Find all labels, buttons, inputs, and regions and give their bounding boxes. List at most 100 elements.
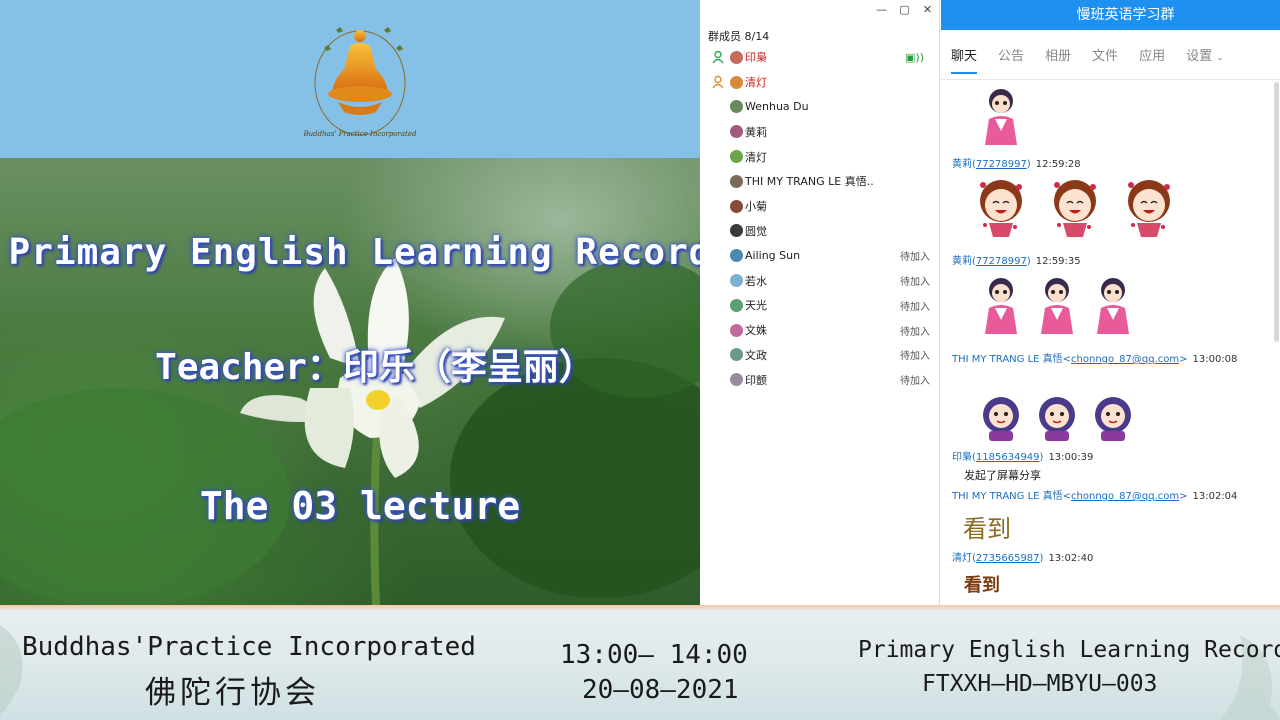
avatar [730,100,743,114]
member-name: 小菊 [745,200,767,214]
avatar [730,298,743,312]
record-code: FTXXH—HD—MBYU—003 [922,671,1158,697]
tab-apps[interactable]: 应用 [1139,30,1165,80]
tab-chat[interactable]: 聊天 [951,30,978,80]
message-meta: 黄莉(77278997) 12:59:35 [952,256,1081,267]
message-text: 发起了屏幕分享 [964,469,1041,482]
message-time: 12:59:28 [1035,159,1081,170]
close-icon[interactable]: ✕ [916,0,939,20]
member-status: 待加入 [900,326,930,338]
member-row[interactable]: 小菊 [700,194,940,219]
message-meta: 清灯(2735665987) 13:02:40 [952,553,1094,564]
sticker-astronaut [975,385,1027,449]
organization-name-zh: 佛陀行协会 [145,675,320,711]
sticker-girl [1031,274,1083,338]
tab-files[interactable]: 文件 [1092,30,1118,80]
member-name: Ailing Sun [745,249,801,263]
window-controls: — ▢ ✕ [870,0,939,20]
sticker-laughing-girl [975,175,1027,239]
sticker-girl [975,274,1027,338]
buddha-logo: Buddhas' Practice Incorporated [303,27,417,138]
message-sender: 印梟 [952,452,972,463]
message-sender: THI MY TRANG LE 真悟 [952,491,1063,502]
message-time: 13:00:39 [1048,452,1094,463]
message-email-link[interactable]: chonngo_87@qq.com [1071,354,1179,365]
member-status: 待加入 [900,252,930,264]
member-row[interactable]: 文政 待加入 [700,343,940,368]
admin-person-icon [711,75,725,89]
member-row[interactable]: 印梟 ▣)) [700,45,940,70]
tab-announcement[interactable]: 公告 [998,30,1024,80]
member-row[interactable]: 黄莉 [700,119,940,144]
chat-tabs: 聊天 公告 相册 文件 应用 设置 ⌄ [941,30,1280,80]
member-name: Wenhua Du [745,100,809,114]
member-row[interactable]: 圆觉 [700,219,940,244]
message-text: 看到 [964,575,1000,596]
record-name: Primary English Learning Record 03 [858,637,1280,663]
avatar [730,249,743,263]
message-uid-link[interactable]: 77278997 [976,159,1027,170]
member-name: 文姝 [745,324,767,338]
message-meta: 印梟(1185634949) 13:00:39 [952,452,1094,463]
message-uid-link[interactable]: 2735665987 [976,553,1040,564]
message-time: 12:59:35 [1035,256,1081,267]
message-time: 13:00:08 [1192,354,1238,365]
member-status: 待加入 [900,351,930,363]
message-time: 13:02:04 [1192,491,1238,502]
chat-panel: 慢班英语学习群 聊天 公告 相册 文件 应用 设置 ⌄ 黄莉(77278997) 1… [941,0,1280,605]
member-name: 印梟 [745,51,767,65]
avatar [730,199,743,213]
member-row[interactable]: 天光 待加入 [700,293,940,318]
member-count: 群成员 8/14 [708,30,770,43]
logo-caption: Buddhas' Practice Incorporated [303,130,417,138]
message-uid-link[interactable]: 77278997 [976,256,1027,267]
message-email-link[interactable]: chonngo_87@qq.com [1071,491,1179,502]
chevron-down-icon: ⌄ [1216,52,1224,63]
member-name: 清灯 [745,150,767,164]
avatar [730,224,743,238]
message-meta: THI MY TRANG LE 真悟<chonngo_87@qq.com> 13:… [952,354,1238,365]
member-name: THI MY TRANG LE 真悟... [745,175,875,189]
member-row[interactable]: 印颤 待加入 [700,367,940,392]
avatar [730,75,743,89]
member-name: 印颤 [745,373,767,387]
sticker-astronaut [1031,385,1083,449]
member-row[interactable]: Wenhua Du [700,95,940,120]
sticker-girl [1087,274,1139,338]
member-status: 待加入 [900,277,930,289]
member-name: 文政 [745,348,767,362]
member-name: 天光 [745,299,767,313]
screen-share-audio-icon: ▣)) [905,50,924,64]
member-row[interactable]: 若水 待加入 [700,268,940,293]
avatar [730,125,743,139]
member-status: 待加入 [900,301,930,313]
member-row[interactable]: 清灯 [700,70,940,95]
avatar [730,174,743,188]
slide-lecture: The 03 lecture [199,484,521,528]
member-row[interactable]: 文姝 待加入 [700,318,940,343]
member-status: 待加入 [900,376,930,388]
member-row[interactable]: Ailing Sun 待加入 [700,243,940,268]
message-time: 13:02:40 [1048,553,1094,564]
bottom-banner: Buddhas'Practice Incorporated 佛陀行协会 13:0… [0,605,1280,720]
message-sender: 黄莉 [952,159,972,170]
organization-name-en: Buddhas'Practice Incorporated [22,632,476,662]
message-meta: 黄莉(77278997) 12:59:28 [952,159,1081,170]
message-sender: 黄莉 [952,256,972,267]
member-list: 印梟 ▣)) 清灯 Wenhua Du 黄莉 清灯 THI MY TRANG LE 真悟..… [700,45,940,392]
chat-scrollbar[interactable] [1274,82,1279,342]
tab-settings[interactable]: 设置 ⌄ [1186,30,1224,80]
chat-group-title: 慢班英语学习群 [941,0,1280,30]
sticker-astronaut [1087,385,1139,449]
message-uid-link[interactable]: 1185634949 [976,452,1040,463]
slide-title: Primary English Learning Record [8,232,712,273]
tab-album[interactable]: 相册 [1045,30,1071,80]
maximize-icon[interactable]: ▢ [893,0,916,20]
minimize-icon[interactable]: — [870,0,893,20]
owner-person-icon [711,50,725,64]
member-name: 圆觉 [745,224,767,238]
member-row[interactable]: THI MY TRANG LE 真悟... [700,169,940,194]
slide-teacher: Teacher：印乐（李呈丽） [155,347,595,388]
member-row[interactable]: 清灯 [700,144,940,169]
avatar [730,373,743,387]
